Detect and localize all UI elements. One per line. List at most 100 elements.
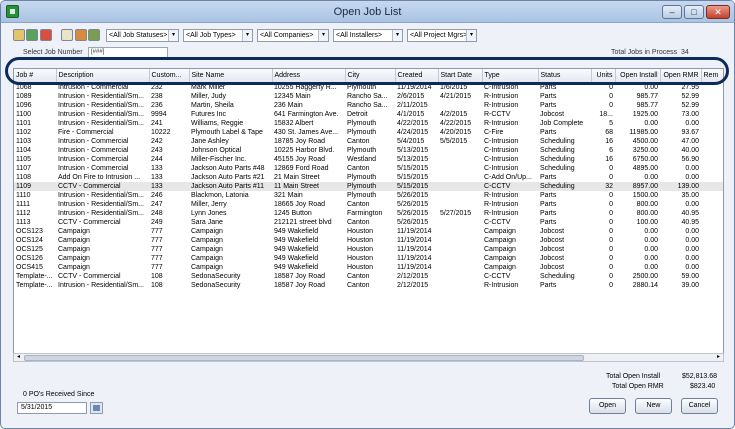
column-header[interactable]: Address <box>272 69 346 83</box>
column-header[interactable]: Site Name <box>189 69 273 83</box>
column-header[interactable]: Job # <box>14 69 57 83</box>
table-row[interactable]: 1068 Intrusion - Commercial 232 Mark Miller… <box>14 82 723 92</box>
table-cell: Jackson Auto Parts #48 <box>191 164 265 172</box>
column-header[interactable]: Start Date <box>438 69 483 83</box>
table-cell: 0 <box>609 245 613 253</box>
table-cell: Intrusion - Residential/Sm... <box>58 281 144 289</box>
new-button[interactable]: New <box>635 398 672 414</box>
scroll-right-icon[interactable]: ▸ <box>714 354 723 361</box>
close-button[interactable]: ✕ <box>706 5 730 19</box>
calendar-picker-icon[interactable] <box>90 402 103 414</box>
table-cell: 1110 <box>16 191 31 199</box>
calendar-icon[interactable] <box>40 29 52 41</box>
table-cell: CCTV - Commercial <box>58 218 121 226</box>
column-header[interactable]: City <box>345 69 396 83</box>
table-cell: C-CCTV <box>482 181 538 191</box>
table-cell <box>438 155 482 164</box>
cancel-button[interactable]: Cancel <box>681 398 718 414</box>
table-cell: 9994 <box>151 110 167 118</box>
table-row[interactable]: 1107 Intrusion - Commercial 133 Jackson Aut… <box>14 164 723 173</box>
table-cell: OCS124 <box>16 236 43 244</box>
column-header[interactable]: Units <box>591 69 616 83</box>
table-row[interactable]: 1111 Intrusion - Residential/Sm... 247 Mill… <box>14 200 723 209</box>
table-cell: 1101 <box>16 119 32 127</box>
table-row[interactable]: Template-... CCTV - Commercial 108 SedonaSe… <box>14 272 723 281</box>
table-row[interactable]: OCS123 Campaign 777 Campaign 949 Wakefield Ho… <box>14 227 723 236</box>
table-cell: Martin, Sheila <box>191 101 234 109</box>
column-header[interactable]: Created <box>395 69 439 83</box>
table-row[interactable]: 1101 Intrusion - Residential/Sm... 241 Will… <box>14 119 723 128</box>
column-header[interactable]: Open RMR <box>660 69 702 83</box>
job-type-filter[interactable]: <All Job Types> ▾ <box>183 29 253 42</box>
table-cell: 32 <box>591 181 615 191</box>
table-row[interactable]: OCS124 Campaign 777 Campaign 949 Wakefield Ho… <box>14 236 723 245</box>
scroll-thumb[interactable] <box>24 355 584 361</box>
table-cell: 18665 Joy Road <box>274 200 325 208</box>
table-cell: 4895.00 <box>632 164 658 172</box>
company-filter[interactable]: <All Companies> ▾ <box>257 29 329 42</box>
project-manager-filter[interactable]: <All Project Mgrs> ▾ <box>407 29 477 42</box>
table-cell: Intrusion - Commercial <box>58 146 129 154</box>
table-cell <box>438 181 482 191</box>
table-cell <box>701 245 723 254</box>
open-button[interactable]: Open <box>589 398 626 414</box>
table-row[interactable]: OCS126 Campaign 777 Campaign 949 Wakefield Ho… <box>14 254 723 263</box>
column-header[interactable]: Type <box>482 69 539 83</box>
table-row[interactable]: 1110 Intrusion - Residential/Sm... 246 Blac… <box>14 191 723 200</box>
export-icon[interactable] <box>88 29 100 41</box>
job-status-filter[interactable]: <All Job Statuses> ▾ <box>106 29 179 42</box>
table-row[interactable]: 1096 Intrusion - Residential/Sm... 236 Mart… <box>14 101 723 110</box>
table-row[interactable]: 1089 Intrusion - Residential/Sm... 238 Mill… <box>14 92 723 101</box>
table-row[interactable]: 1113 CCTV - Commercial 249 Sara Jane 212121 … <box>14 218 723 227</box>
table-row[interactable]: 1112 Intrusion - Residential/Sm... 248 Lynn… <box>14 209 723 218</box>
maximize-button[interactable]: □ <box>684 5 704 19</box>
table-cell <box>701 101 723 110</box>
table-cell: 0 <box>609 83 613 91</box>
table-cell: Sara Jane <box>191 218 223 226</box>
table-row[interactable]: 1109 CCTV - Commercial 133 Jackson Auto Par… <box>14 181 723 191</box>
table-row[interactable]: 1102 Fire - Commercial 10222 Plymouth Label… <box>14 128 723 137</box>
horizontal-scrollbar[interactable]: ◂ ▸ <box>13 353 724 362</box>
po-date-input[interactable]: 5/31/2015 <box>17 402 87 414</box>
refresh-icon[interactable] <box>26 29 38 41</box>
table-cell: 0.00 <box>644 119 658 127</box>
table-row[interactable]: OCS125 Campaign 777 Campaign 949 Wakefield Ho… <box>14 245 723 254</box>
table-cell <box>701 155 723 164</box>
table-cell: Template-... <box>16 272 53 280</box>
table-row[interactable]: 1108 Add On Fire to Intrusion ... 133 Jacks… <box>14 173 723 182</box>
table-cell: Campaign <box>484 236 516 244</box>
column-header[interactable]: Description <box>56 69 150 83</box>
column-header[interactable]: Custom... <box>149 69 190 83</box>
scroll-left-icon[interactable]: ◂ <box>14 354 23 361</box>
table-cell: Parts <box>540 92 557 100</box>
table-cell: 236 Main <box>274 101 303 109</box>
table-cell: Rancho Sa... <box>347 92 388 100</box>
table-row[interactable]: 1103 Intrusion - Commercial 242 Jane Ashley… <box>14 137 723 146</box>
select-job-input[interactable]: [###] <box>88 47 168 58</box>
table-cell: Fire - Commercial <box>58 128 114 136</box>
table-cell: 35.00 <box>681 191 699 199</box>
table-cell: 5/5/2015 <box>440 137 468 145</box>
column-header[interactable]: Rem <box>701 69 723 83</box>
table-row[interactable]: Template-... Intrusion - Residential/Sm..… <box>14 281 723 290</box>
column-header[interactable]: Status <box>538 69 592 83</box>
table-cell: 249 <box>151 218 163 226</box>
table-cell: Houston <box>347 236 374 244</box>
table-row[interactable]: 1105 Intrusion - Commercial 244 Miller-Fisc… <box>14 155 723 164</box>
print-icon[interactable] <box>75 29 87 41</box>
table-cell: 1/6/2015 <box>440 83 468 91</box>
table-cell: SedonaSecurity <box>191 272 241 280</box>
table-row[interactable]: 1100 Intrusion - Residential/Sm... 9994 Fut… <box>14 110 723 119</box>
table-cell: 16 <box>605 137 613 145</box>
report-icon[interactable] <box>61 29 73 41</box>
table-cell: Scheduling <box>540 164 575 172</box>
job-grid[interactable]: Job # Description Custom... Site Name Addres… <box>13 68 724 360</box>
minimize-button[interactable]: – <box>662 5 682 19</box>
table-cell: 246 <box>151 191 163 199</box>
installer-filter[interactable]: <All Installers> ▾ <box>333 29 403 42</box>
table-row[interactable]: 1104 Intrusion - Commercial 243 Johnson Opt… <box>14 146 723 155</box>
column-header[interactable]: Open Install <box>615 69 661 83</box>
table-cell: 40.00 <box>681 146 699 154</box>
open-folder-icon[interactable] <box>13 29 25 41</box>
table-row[interactable]: OCS415 Campaign 777 Campaign 949 Wakefield Ho… <box>14 263 723 272</box>
